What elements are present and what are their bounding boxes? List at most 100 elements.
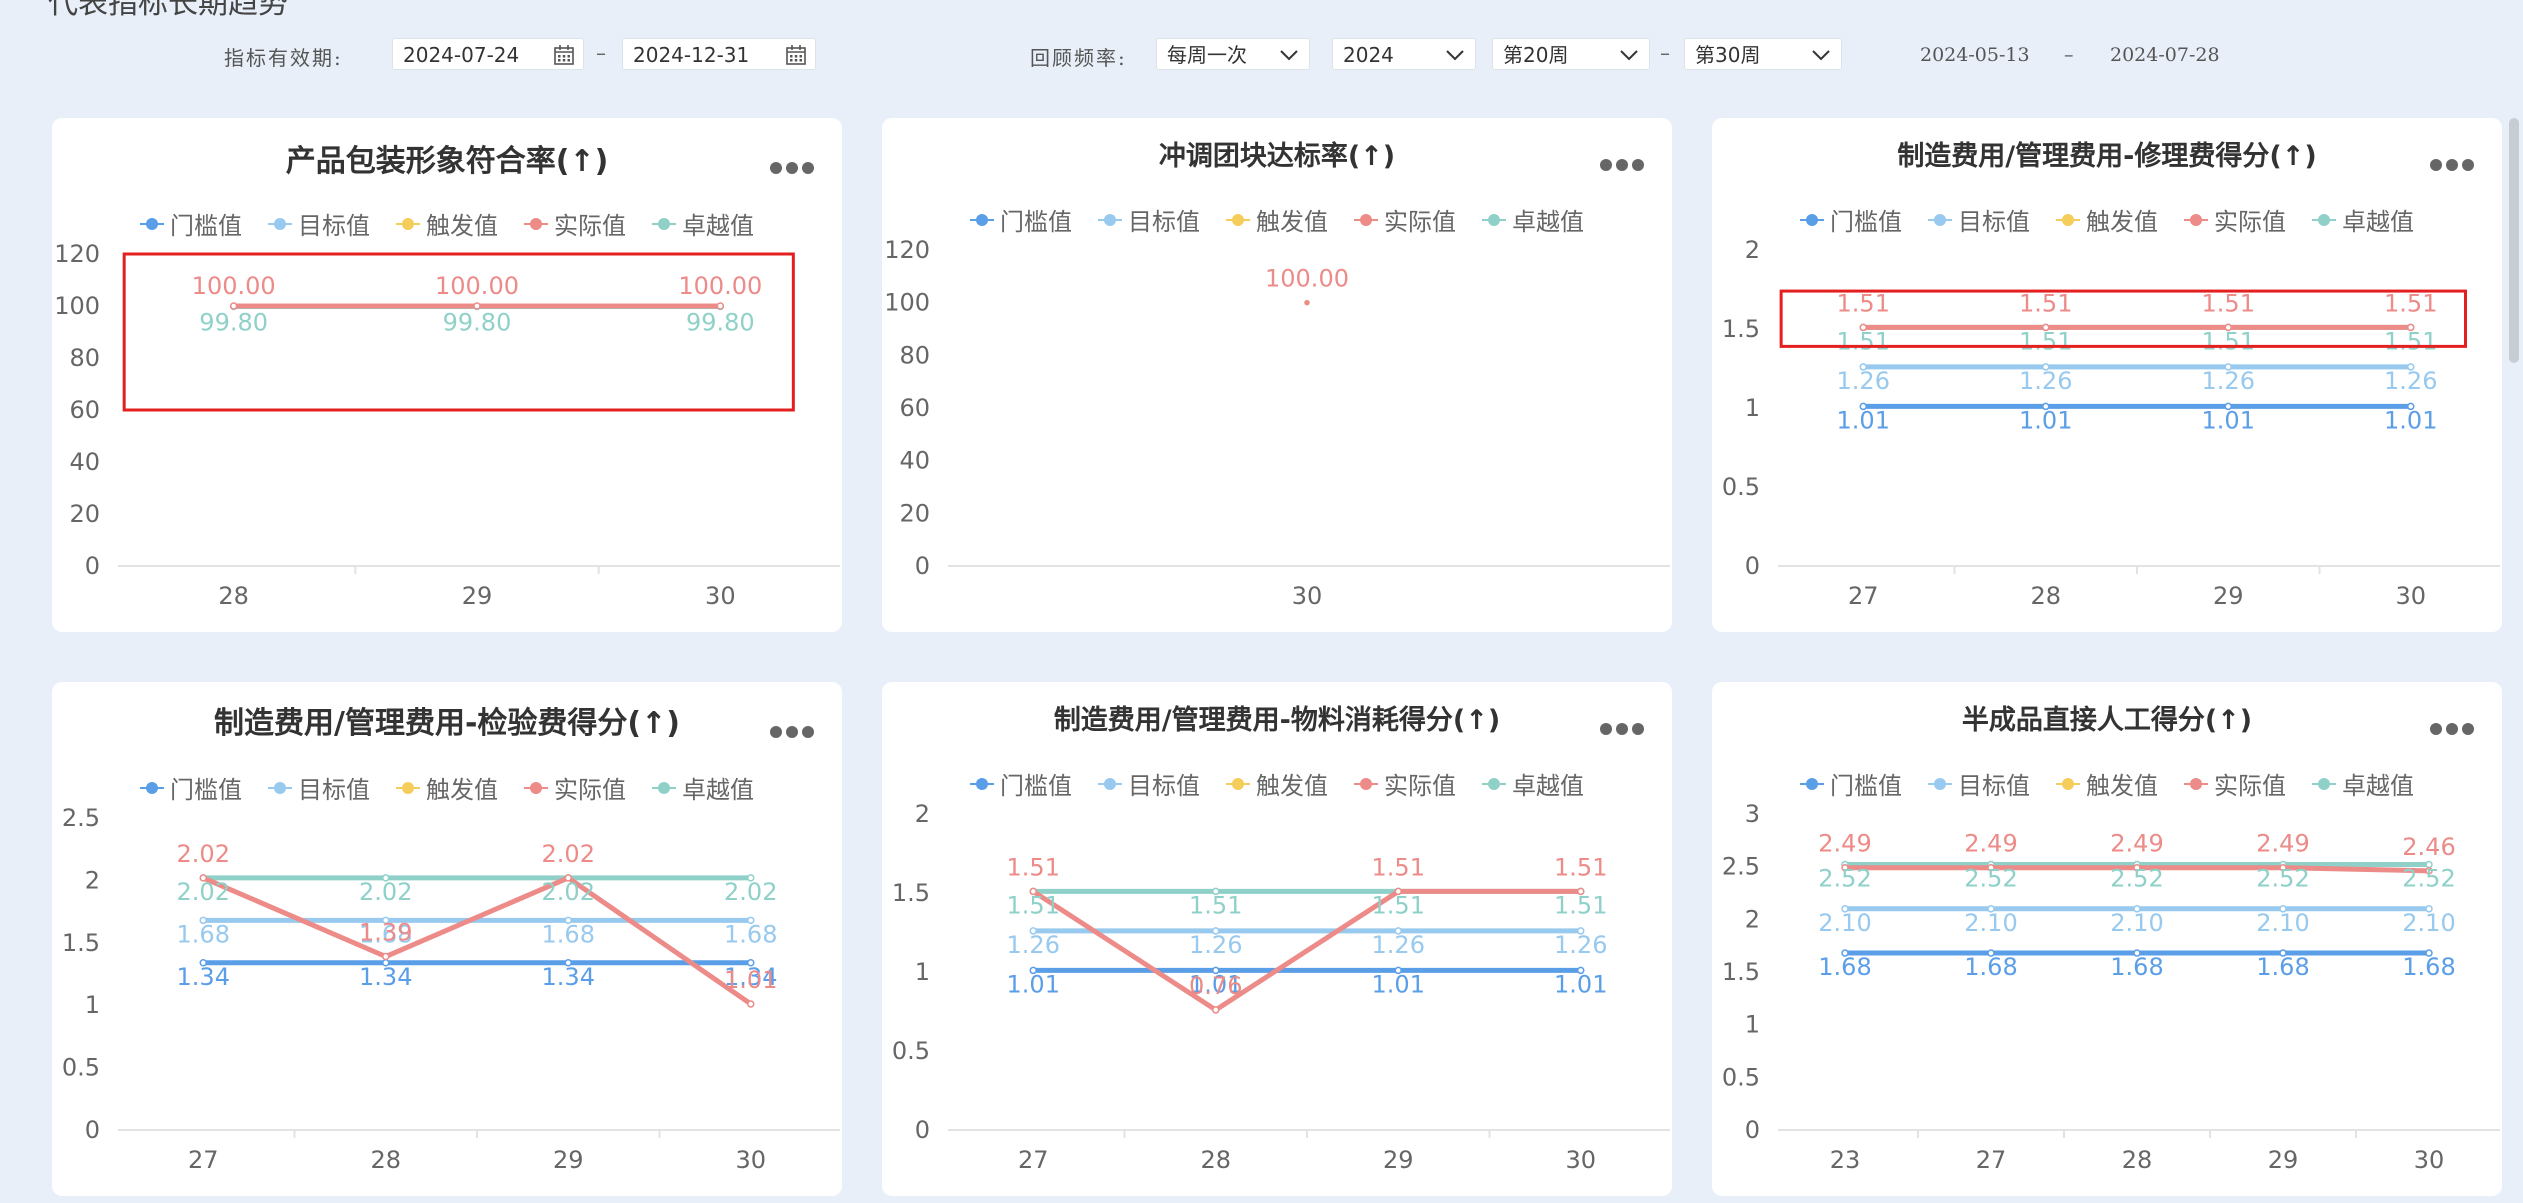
data-label: 2.02 <box>542 840 595 868</box>
data-label: 2.46 <box>2402 833 2455 861</box>
y-tick-label: 0 <box>85 552 100 580</box>
data-label: 1.34 <box>177 963 230 991</box>
series-point[interactable] <box>1304 299 1310 306</box>
start-date-value: 2024-07-24 <box>403 43 520 67</box>
data-label: 1.51 <box>1007 853 1060 881</box>
data-label: 1.01 <box>1372 970 1425 998</box>
week-to-select[interactable]: 第30周 <box>1684 38 1842 70</box>
data-label: 1.51 <box>2202 327 2255 355</box>
y-tick-label: 0.5 <box>62 1054 100 1082</box>
series-point[interactable] <box>747 1000 755 1008</box>
y-tick-label: 1.5 <box>62 929 100 957</box>
range-separator: – <box>2064 44 2074 66</box>
x-tick-label: 28 <box>1200 1146 1231 1174</box>
start-date-picker[interactable]: 2024-07-24 <box>392 38 584 70</box>
end-date-picker[interactable]: 2024-12-31 <box>622 38 816 70</box>
data-label: 1.26 <box>1554 931 1607 959</box>
data-label: 2.52 <box>1818 865 1871 893</box>
data-label: 1.34 <box>359 963 412 991</box>
y-tick-label: 1 <box>915 958 930 986</box>
x-tick-label: 29 <box>2268 1146 2299 1174</box>
week-to-value: 第30周 <box>1695 43 1761 67</box>
data-label: 1.26 <box>1007 931 1060 959</box>
x-tick-label: 28 <box>2122 1146 2153 1174</box>
y-tick-label: 0.5 <box>892 1037 930 1065</box>
data-label: 2.52 <box>2110 865 2163 893</box>
data-label: 1.51 <box>2019 289 2072 317</box>
scrollbar-thumb[interactable] <box>2509 118 2519 363</box>
x-tick-label: 27 <box>1848 582 1879 610</box>
data-label: 99.80 <box>443 309 512 337</box>
data-label: 1.51 <box>1007 891 1060 919</box>
y-tick-label: 1.5 <box>1722 958 1760 986</box>
data-label: 2.02 <box>724 878 777 906</box>
data-label: 1.51 <box>2384 289 2437 317</box>
chart-plot: 00.511.522.527 28 29 301.34 1.34 1.34 1.341.68… <box>62 804 840 1174</box>
y-tick-label: 0.5 <box>1722 473 1760 501</box>
x-tick-label: 30 <box>1565 1146 1596 1174</box>
calendar-icon[interactable] <box>785 44 807 66</box>
y-tick-label: 1.5 <box>892 879 930 907</box>
y-tick-label: 0.5 <box>1722 1063 1760 1091</box>
x-tick-label: 30 <box>705 582 736 610</box>
data-label: 1.51 <box>1189 891 1242 919</box>
data-label: 1.68 <box>2110 953 2163 981</box>
y-tick-label: 40 <box>899 447 930 475</box>
data-label: 1.51 <box>1837 289 1890 317</box>
data-label: 1.01 <box>1837 406 1890 434</box>
data-label: 1.68 <box>1818 953 1871 981</box>
chart-card-repair: 制造费用/管理费用-修理费得分(↑) 门槛值 目标值 触发值 实际值 卓越值 0 0.5 1… <box>1712 118 2502 632</box>
data-label: 0.76 <box>1189 972 1242 1000</box>
data-label: 2.49 <box>1964 830 2017 858</box>
data-label: 1.26 <box>1189 931 1242 959</box>
y-tick-label: 1 <box>1745 394 1760 422</box>
data-label: 1.01 <box>2019 406 2072 434</box>
year-value: 2024 <box>1343 43 1394 67</box>
series-point[interactable] <box>382 952 390 961</box>
x-tick-label: 23 <box>1830 1146 1861 1174</box>
data-label: 2.49 <box>2256 830 2309 858</box>
y-tick-label: 2 <box>1745 905 1760 933</box>
data-label: 1.51 <box>1372 853 1425 881</box>
range-end: 2024-07-28 <box>2110 44 2220 66</box>
year-select[interactable]: 2024 <box>1332 38 1476 70</box>
x-tick-label: 28 <box>218 582 249 610</box>
y-tick-label: 60 <box>899 394 930 422</box>
frequency-select[interactable]: 每周一次 <box>1156 38 1310 70</box>
data-label: 1.68 <box>724 920 777 948</box>
y-tick-label: 2.5 <box>62 804 100 832</box>
y-tick-label: 40 <box>69 448 100 476</box>
data-label: 100.00 <box>435 272 519 300</box>
week-from-value: 第20周 <box>1503 43 1569 67</box>
data-label: 2.02 <box>359 878 412 906</box>
series-line <box>1031 888 1581 1013</box>
y-tick-label: 1.5 <box>1722 315 1760 343</box>
week-separator: – <box>1660 41 1670 65</box>
y-tick-label: 1 <box>85 991 100 1019</box>
week-from-select[interactable]: 第20周 <box>1492 38 1650 70</box>
data-label: 2.10 <box>2256 909 2309 937</box>
chart-card-lumps: 冲调团块达标率(↑) 门槛值 目标值 触发值 实际值 卓越值 0 20 40 60 80 100 1… <box>882 118 1672 632</box>
filter-bar: 指标有效期: 2024-07-24 – 2024-12-31 回顾频率: 每周一… <box>0 30 2523 80</box>
x-tick-label: 30 <box>2395 582 2426 610</box>
chevron-down-icon <box>1812 50 1830 61</box>
calendar-icon[interactable] <box>553 44 575 66</box>
chart-plot: 00.511.5227 28 29 301.01 1.01 1.01 1.011.26 1.2… <box>892 800 1670 1174</box>
data-label: 100.00 <box>192 272 276 300</box>
data-label: 2.02 <box>177 840 230 868</box>
data-label: 1.39 <box>359 919 412 947</box>
validity-label: 指标有效期: <box>224 46 343 70</box>
chart-card-labor: 半成品直接人工得分(↑) 门槛值 目标值 触发值 实际值 卓越值 0 0.5 1 1.5 2 2.… <box>1712 682 2502 1196</box>
series-point[interactable] <box>1212 1006 1220 1014</box>
chevron-down-icon <box>1446 50 1464 61</box>
page-heading: 代表指标长期趋势 <box>48 0 288 21</box>
x-tick-label: 28 <box>2030 582 2061 610</box>
data-label: 1.01 <box>1007 970 1060 998</box>
chart-plot: 00.511.5227 28 29 301.01 1.01 1.01 1.011.26 1.2… <box>1722 236 2500 610</box>
series-line <box>202 875 753 1007</box>
data-label: 2.49 <box>1818 830 1871 858</box>
y-tick-label: 0 <box>1745 1116 1760 1144</box>
y-tick-label: 60 <box>69 396 100 424</box>
y-tick-label: 0 <box>915 1116 930 1144</box>
data-label: 100.00 <box>1265 265 1349 293</box>
